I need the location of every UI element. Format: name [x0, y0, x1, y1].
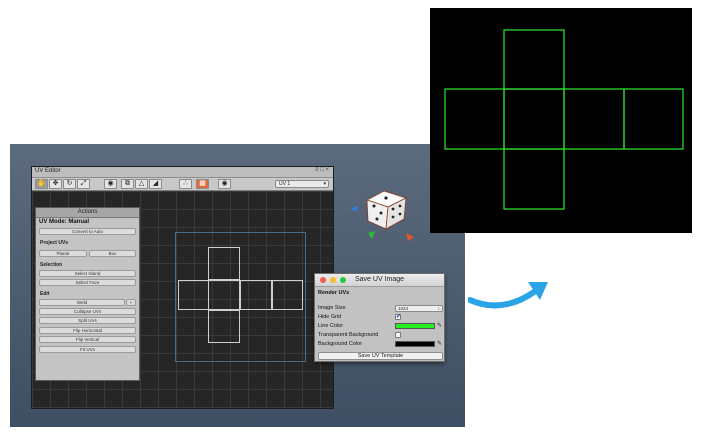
uv-face-back[interactable] — [272, 280, 303, 310]
weld-options-button[interactable]: + — [126, 299, 136, 306]
face-mode-icon[interactable]: △ — [135, 179, 148, 189]
pip — [384, 196, 388, 200]
save-uv-template-button[interactable]: Save UV Template — [318, 352, 443, 360]
edge-mode-icon[interactable]: ⧉ — [121, 179, 134, 189]
image-size-dropdown[interactable]: 1024 ↕ — [395, 305, 443, 312]
save-dialog-title: Save UV Image — [354, 276, 405, 283]
vertex-mode-icon[interactable]: ◉ — [104, 179, 117, 189]
uv-face-top[interactable] — [208, 247, 240, 280]
gizmo-arrow-down-left[interactable] — [368, 231, 375, 239]
eyedropper-icon[interactable]: ✎ — [437, 322, 442, 329]
checker-icon[interactable]: ▦ — [196, 179, 209, 189]
pip — [398, 204, 402, 208]
chevron-updown-icon: ↕ — [437, 306, 440, 311]
uv-channel-value: UV 1 — [279, 181, 291, 187]
weld-button[interactable]: Weld — [39, 299, 125, 306]
select-icon[interactable]: ◢ — [149, 179, 162, 189]
convert-to-auto-button[interactable]: Convert to Auto — [39, 228, 136, 235]
hide-grid-label: Hide Grid — [318, 314, 342, 320]
selection-heading: Selection — [40, 262, 63, 268]
pip — [375, 217, 379, 221]
transparent-background-checkbox[interactable] — [395, 332, 401, 338]
rotate-icon[interactable]: ↻ — [63, 179, 76, 189]
pip — [398, 212, 402, 216]
uv-face-left[interactable] — [178, 280, 209, 310]
transparent-background-label: Transparent Background — [318, 332, 379, 338]
uv-mode-label: UV Mode: Manual — [39, 219, 90, 225]
uv-channel-dropdown[interactable]: UV 1 ▾ — [275, 180, 329, 188]
uv-face-right[interactable] — [240, 280, 272, 310]
screenshot-icon[interactable]: ◉ — [218, 179, 231, 189]
planar-button[interactable]: Planar — [39, 250, 87, 257]
select-face-button[interactable]: Select Face — [39, 279, 136, 286]
output-background — [430, 8, 692, 233]
gizmo-arrow-left[interactable] — [350, 206, 357, 212]
move-icon[interactable]: ✥ — [49, 179, 62, 189]
split-uvs-button[interactable]: Split UVs — [39, 317, 136, 324]
select-island-button[interactable]: Select Island — [39, 270, 136, 277]
uv-editor-titlebar[interactable]: UV Editor ≡ □ × — [32, 167, 333, 178]
project-uvs-heading: Project UVs — [40, 240, 69, 246]
chevron-down-icon: ▾ — [323, 181, 326, 187]
uv-template-output — [430, 8, 692, 233]
pip — [379, 211, 383, 215]
line-color-swatch[interactable] — [395, 323, 435, 329]
flip-vertical-button[interactable]: Flip Vertical — [39, 336, 136, 343]
scale-icon[interactable]: ⤢ — [77, 179, 90, 189]
image-size-value: 1024 — [398, 306, 409, 311]
actions-header: Actions — [36, 208, 139, 218]
render-uvs-heading: Render UVs — [318, 290, 350, 296]
image-size-label: Image Size — [318, 305, 346, 311]
save-dialog-titlebar[interactable]: Save UV Image — [315, 274, 444, 287]
checkmark-icon: ✔ — [396, 314, 402, 320]
gizmo-arrow-down-right[interactable] — [406, 233, 414, 241]
fit-uvs-button[interactable]: Fit UVs — [39, 346, 136, 353]
pip — [391, 215, 395, 219]
box-button[interactable]: Box — [89, 250, 136, 257]
pip — [391, 207, 395, 211]
curved-arrow-icon — [468, 282, 548, 309]
actions-panel: Actions UV Mode: Manual Convert to Auto … — [35, 207, 140, 381]
uv-face-front[interactable] — [208, 280, 240, 310]
pip — [372, 204, 376, 208]
flip-horizontal-button[interactable]: Flip Horizontal — [39, 327, 136, 334]
nodes-icon[interactable]: ∴ — [179, 179, 192, 189]
save-uv-image-dialog: Save UV Image Render UVs Image Size 1024… — [314, 273, 445, 362]
hand-icon[interactable]: ✋ — [35, 179, 48, 189]
uv-editor-title: UV Editor — [35, 168, 61, 174]
line-color-label: Line Color — [318, 323, 344, 329]
collapse-uvs-button[interactable]: Collapse UVs — [39, 308, 136, 315]
background-color-label: Background Color — [318, 341, 363, 347]
edit-heading: Edit — [40, 291, 50, 297]
background-color-swatch[interactable] — [395, 341, 435, 347]
uv-editor-toolbar: ✋ ✥ ↻ ⤢ ◉ ⧉ △ ◢ ∴ ▦ ◉ UV 1 ▾ — [32, 178, 333, 191]
window-menu-icon[interactable]: ≡ □ × — [315, 167, 329, 173]
uv-face-bottom[interactable] — [208, 310, 240, 343]
scene-gizmo-cube[interactable] — [344, 188, 419, 248]
eyedropper-icon[interactable]: ✎ — [437, 340, 442, 347]
hide-grid-checkbox[interactable]: ✔ — [395, 314, 401, 320]
